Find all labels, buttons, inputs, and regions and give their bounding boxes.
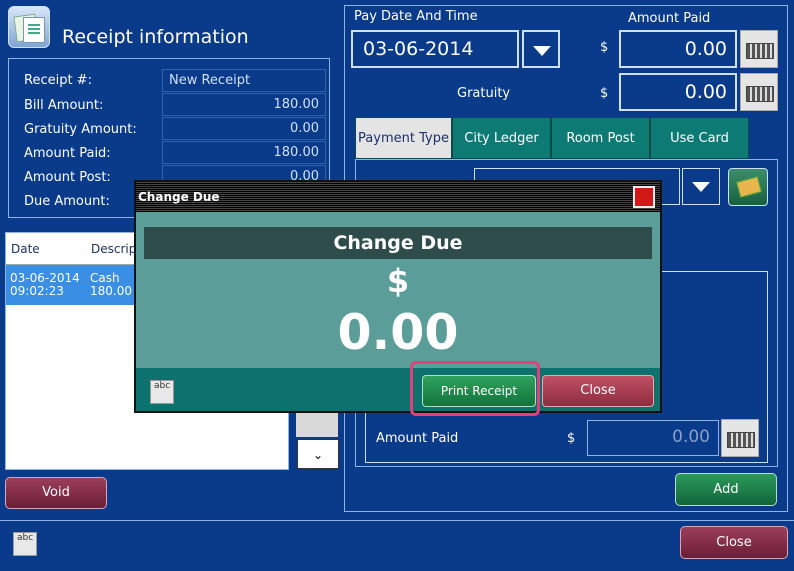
change-due-currency: $ [386, 262, 410, 300]
mini-dropdown[interactable]: ⌄ [297, 439, 339, 469]
currency-label-2: $ [600, 86, 609, 101]
receipt-no-label: Receipt #: [24, 73, 92, 88]
row-amount: 180.00 [90, 284, 132, 298]
col-date: Date [11, 242, 40, 256]
keyboard-icon[interactable] [721, 419, 759, 457]
payment-type-dropdown-button[interactable] [682, 168, 720, 205]
dialog-close-icon[interactable] [633, 186, 655, 208]
tab-use-card[interactable]: Use Card [650, 117, 749, 159]
scroll-area[interactable] [296, 413, 338, 437]
tab-payment-type[interactable]: Payment Type [355, 117, 452, 159]
change-due-amount: 0.00 [337, 304, 459, 361]
void-button[interactable]: Void [5, 477, 107, 509]
dialog-title: Change Due [136, 182, 660, 212]
spellcheck-icon[interactable]: abc [13, 532, 37, 556]
amount-paid-label: Amount Paid: [24, 146, 111, 161]
spellcheck-icon[interactable]: abc [150, 380, 174, 404]
due-amount-label: Due Amount: [24, 194, 110, 209]
pay-date-field[interactable]: 03-06-2014 [351, 30, 519, 68]
gratuity-amount-value: 0.00 [162, 117, 326, 140]
row-date: 03-06-2014 [10, 271, 80, 285]
receipt-app-icon [8, 6, 50, 48]
currency-label: $ [600, 40, 609, 55]
pay-date-label: Pay Date And Time [354, 9, 478, 24]
row-time: 09:02:23 [10, 284, 64, 298]
book-icon[interactable] [728, 168, 768, 206]
close-button[interactable]: Close [680, 526, 788, 559]
amount-paid-header-label: Amount Paid [628, 11, 711, 26]
bill-amount-label: Bill Amount: [24, 98, 104, 113]
keyboard-icon[interactable] [740, 30, 778, 68]
payment-amount-field[interactable]: 0.00 [587, 420, 719, 456]
payment-currency-label: $ [567, 431, 576, 446]
change-due-dialog: Change Due Change Due $ 0.00 abc Print R… [134, 180, 662, 413]
row-desc: Cash [90, 271, 120, 285]
gratuity-amount-label: Gratuity Amount: [24, 122, 137, 137]
amount-post-label: Amount Post: [24, 170, 111, 185]
tab-room-post[interactable]: Room Post [551, 117, 650, 159]
amount-paid-field[interactable]: 0.00 [619, 30, 737, 68]
receipt-no-value: New Receipt [162, 69, 326, 92]
payment-amount-label: Amount Paid [376, 431, 459, 446]
bill-amount-value: 180.00 [162, 93, 326, 116]
gratuity-label: Gratuity [457, 86, 511, 101]
keyboard-icon[interactable] [740, 73, 778, 111]
add-button[interactable]: Add [675, 473, 777, 506]
print-receipt-highlight [410, 361, 540, 416]
col-descrip: Descrip [91, 242, 137, 256]
gratuity-field[interactable]: 0.00 [619, 73, 737, 111]
change-due-heading: Change Due [144, 227, 652, 259]
amount-paid-value: 180.00 [162, 141, 326, 164]
date-dropdown-button[interactable] [522, 30, 560, 68]
page-title: Receipt information [62, 26, 249, 48]
chevron-down-icon: ⌄ [312, 448, 324, 462]
bottom-bar [0, 520, 794, 571]
dialog-close-button[interactable]: Close [542, 375, 654, 407]
tab-city-ledger[interactable]: City Ledger [452, 117, 551, 159]
